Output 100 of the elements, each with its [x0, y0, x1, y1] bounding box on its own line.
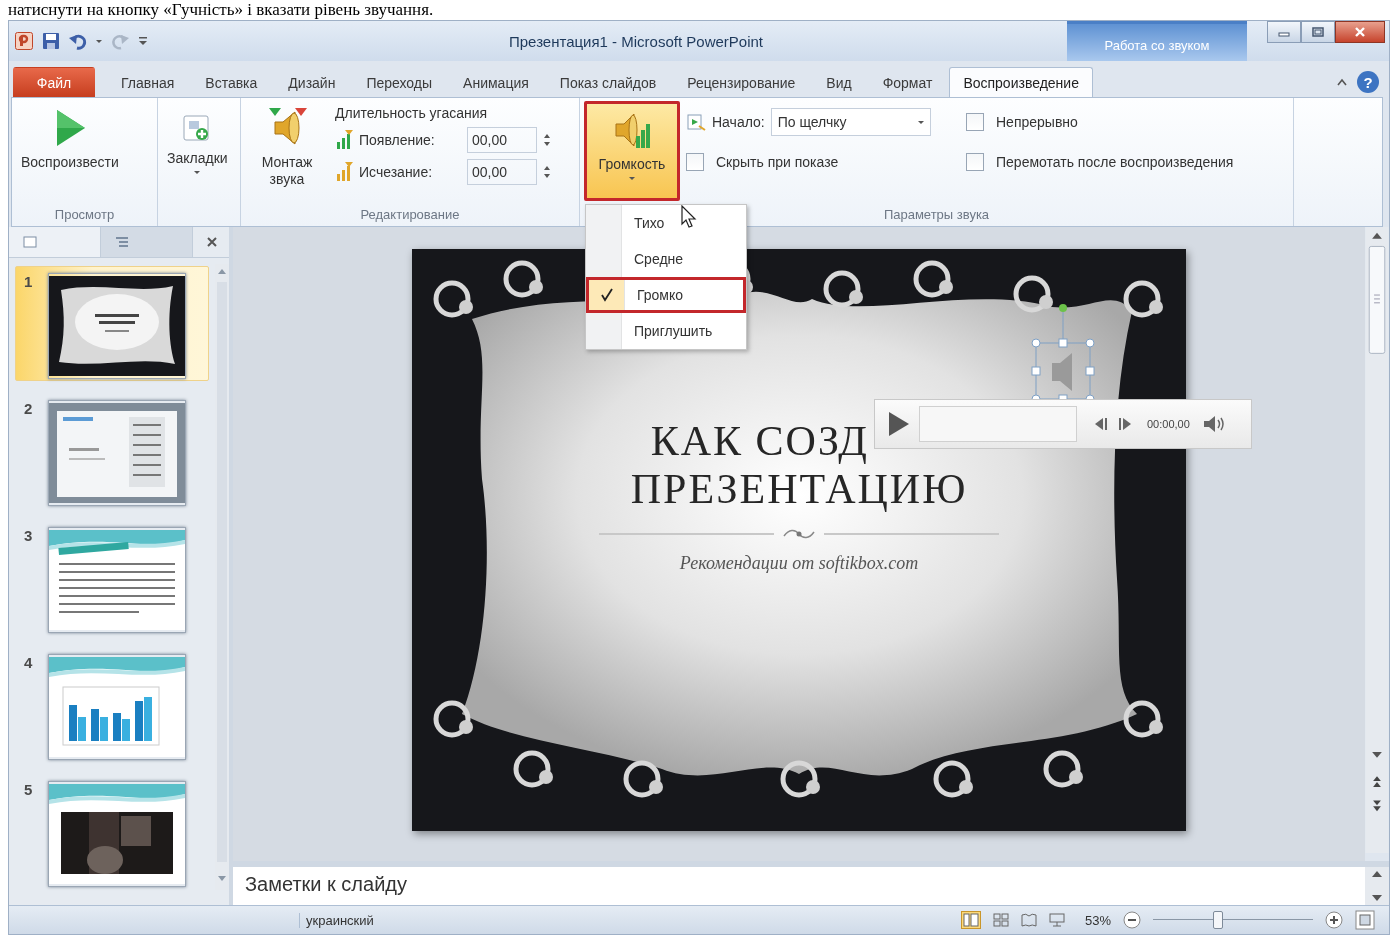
flourish-ornament	[433, 280, 473, 318]
menu-item[interactable]: Средне	[586, 241, 746, 277]
ribbon-tab[interactable]: Переходы	[352, 67, 447, 97]
flourish-ornament	[503, 260, 543, 298]
checkbox[interactable]	[966, 153, 984, 171]
normal-view-icon[interactable]	[960, 911, 981, 929]
caret-icon[interactable]	[96, 39, 102, 43]
save-icon[interactable]	[42, 32, 60, 50]
fit-to-window-icon[interactable]	[1355, 910, 1375, 930]
close-button[interactable]	[1335, 21, 1385, 43]
slide-list-item[interactable]: 1	[15, 266, 209, 381]
checkbox-label: Перемотать после воспроизведения	[996, 154, 1234, 170]
group-label: Параметры звука	[883, 206, 990, 224]
scrollbar[interactable]	[1365, 867, 1389, 905]
customize-caret-icon[interactable]	[138, 34, 148, 48]
flourish-ornament	[823, 270, 863, 308]
ribbon-tab[interactable]: Воспроизведение	[949, 67, 1093, 97]
group-label: Редактирование	[360, 206, 460, 224]
flourish-ornament	[780, 760, 820, 798]
caret-icon[interactable]	[917, 120, 924, 124]
slide-list-item[interactable]: 3	[15, 520, 209, 635]
app-logo-icon[interactable]	[15, 32, 33, 50]
field-label: Появление:	[359, 132, 436, 148]
flourish-ornament	[1043, 750, 1083, 788]
field-label: Начало:	[712, 114, 765, 130]
ribbon-tab[interactable]: Рецензирование	[673, 67, 810, 97]
close-icon	[206, 236, 218, 248]
ribbon-tab[interactable]: Формат	[868, 67, 947, 97]
spin-arrows-icon[interactable]	[543, 132, 551, 148]
dropdown-field[interactable]: По щелчку	[770, 108, 931, 136]
checkbox[interactable]	[686, 153, 704, 171]
speaker-trim-icon	[267, 108, 307, 148]
vertical-scrollbar[interactable]	[1365, 227, 1389, 853]
undo-icon[interactable]	[69, 32, 87, 50]
slide-list-item[interactable]: 4	[15, 647, 209, 762]
menu-item[interactable]: Громко	[586, 277, 746, 313]
zoom-in-icon[interactable]	[1325, 911, 1343, 929]
ribbon-tab[interactable]: Вставка	[191, 67, 272, 97]
slider-thumb[interactable]	[1213, 911, 1223, 929]
start-icon	[686, 112, 706, 132]
help-button[interactable]: ?	[1357, 71, 1379, 93]
slide-sorter-icon[interactable]	[992, 913, 1009, 927]
ribbon-tab[interactable]: Анимация	[449, 67, 543, 97]
language-label: украинский	[299, 912, 374, 928]
checkbox-label: Скрыть при показе	[716, 154, 839, 170]
zoom-percent[interactable]: 53%	[1084, 912, 1111, 928]
flourish-ornament	[933, 760, 973, 798]
caret-icon	[194, 171, 201, 174]
slide-list-item[interactable]: 5	[15, 774, 209, 889]
checkbox-label: Непрерывно	[996, 114, 1078, 130]
window-title: Презентация1 - Microsoft PowerPoint	[508, 32, 764, 50]
notes-field[interactable]: Заметки к слайду	[233, 867, 1365, 905]
flourish-ornament	[513, 750, 553, 788]
flourish-ornament	[1013, 275, 1053, 313]
time-label: 00:00,00	[1147, 418, 1190, 430]
number-field[interactable]: 00,00	[467, 159, 537, 185]
slide-number: 2	[24, 400, 34, 417]
section-title: Длительность угасания	[335, 104, 489, 121]
ribbon-tab[interactable]: Вид	[812, 67, 866, 97]
trim-audio-button[interactable]: Монтаж звука	[245, 101, 329, 191]
restore-button[interactable]	[1301, 21, 1335, 43]
checkbox[interactable]	[966, 113, 984, 131]
group-label: Просмотр	[54, 206, 115, 224]
file-tab[interactable]: Файл	[13, 67, 95, 97]
fade-in-icon	[335, 130, 355, 150]
close-icon	[1354, 27, 1366, 37]
checkmark-icon	[598, 287, 615, 303]
menu-item[interactable]: Тихо	[586, 205, 746, 241]
zoom-out-icon[interactable]	[1123, 911, 1141, 929]
flourish-ornament	[623, 760, 663, 798]
menu-item[interactable]: Приглушить	[586, 313, 746, 349]
contextual-tab-header: Работа со звуком	[1067, 21, 1247, 61]
restore-icon	[1312, 27, 1324, 37]
article-text: натиснути на кнопку «Гучність» і вказати рівень звучання.	[8, 0, 434, 20]
caret-icon	[629, 177, 635, 180]
slides-icon	[23, 236, 37, 248]
outline-tab[interactable]	[101, 227, 193, 257]
slide-subtitle: Рекомендации от softikbox.com	[679, 553, 919, 574]
reading-view-icon[interactable]	[1020, 913, 1037, 927]
slide-number: 1	[24, 273, 34, 290]
slideshow-icon[interactable]	[1048, 913, 1065, 927]
ribbon-tab[interactable]: Показ слайдов	[545, 67, 671, 97]
slide-title: КАК СОЗД	[650, 417, 870, 465]
play-button[interactable]: Воспроизвести	[16, 101, 124, 174]
number-field[interactable]: 00,00	[467, 127, 537, 153]
outline-icon	[115, 236, 129, 248]
ribbon-tab[interactable]: Главная	[107, 67, 189, 97]
fade-out-icon	[335, 162, 355, 182]
volume-icon[interactable]	[1201, 415, 1226, 433]
volume-button[interactable]: Громкость	[584, 101, 680, 201]
bookmarks-button[interactable]: Закладки	[162, 101, 233, 177]
spin-arrows-icon[interactable]	[543, 164, 551, 180]
flourish-ornament	[433, 700, 473, 738]
flourish-ornament	[1123, 280, 1163, 318]
flourish-ornament	[913, 260, 953, 298]
redo-icon	[111, 32, 129, 50]
slide-list-item[interactable]: 2	[15, 393, 209, 508]
minimize-button[interactable]	[1267, 21, 1301, 43]
ribbon-tab[interactable]: Дизайн	[274, 67, 350, 97]
ribbon-collapse-icon[interactable]	[1337, 78, 1347, 86]
